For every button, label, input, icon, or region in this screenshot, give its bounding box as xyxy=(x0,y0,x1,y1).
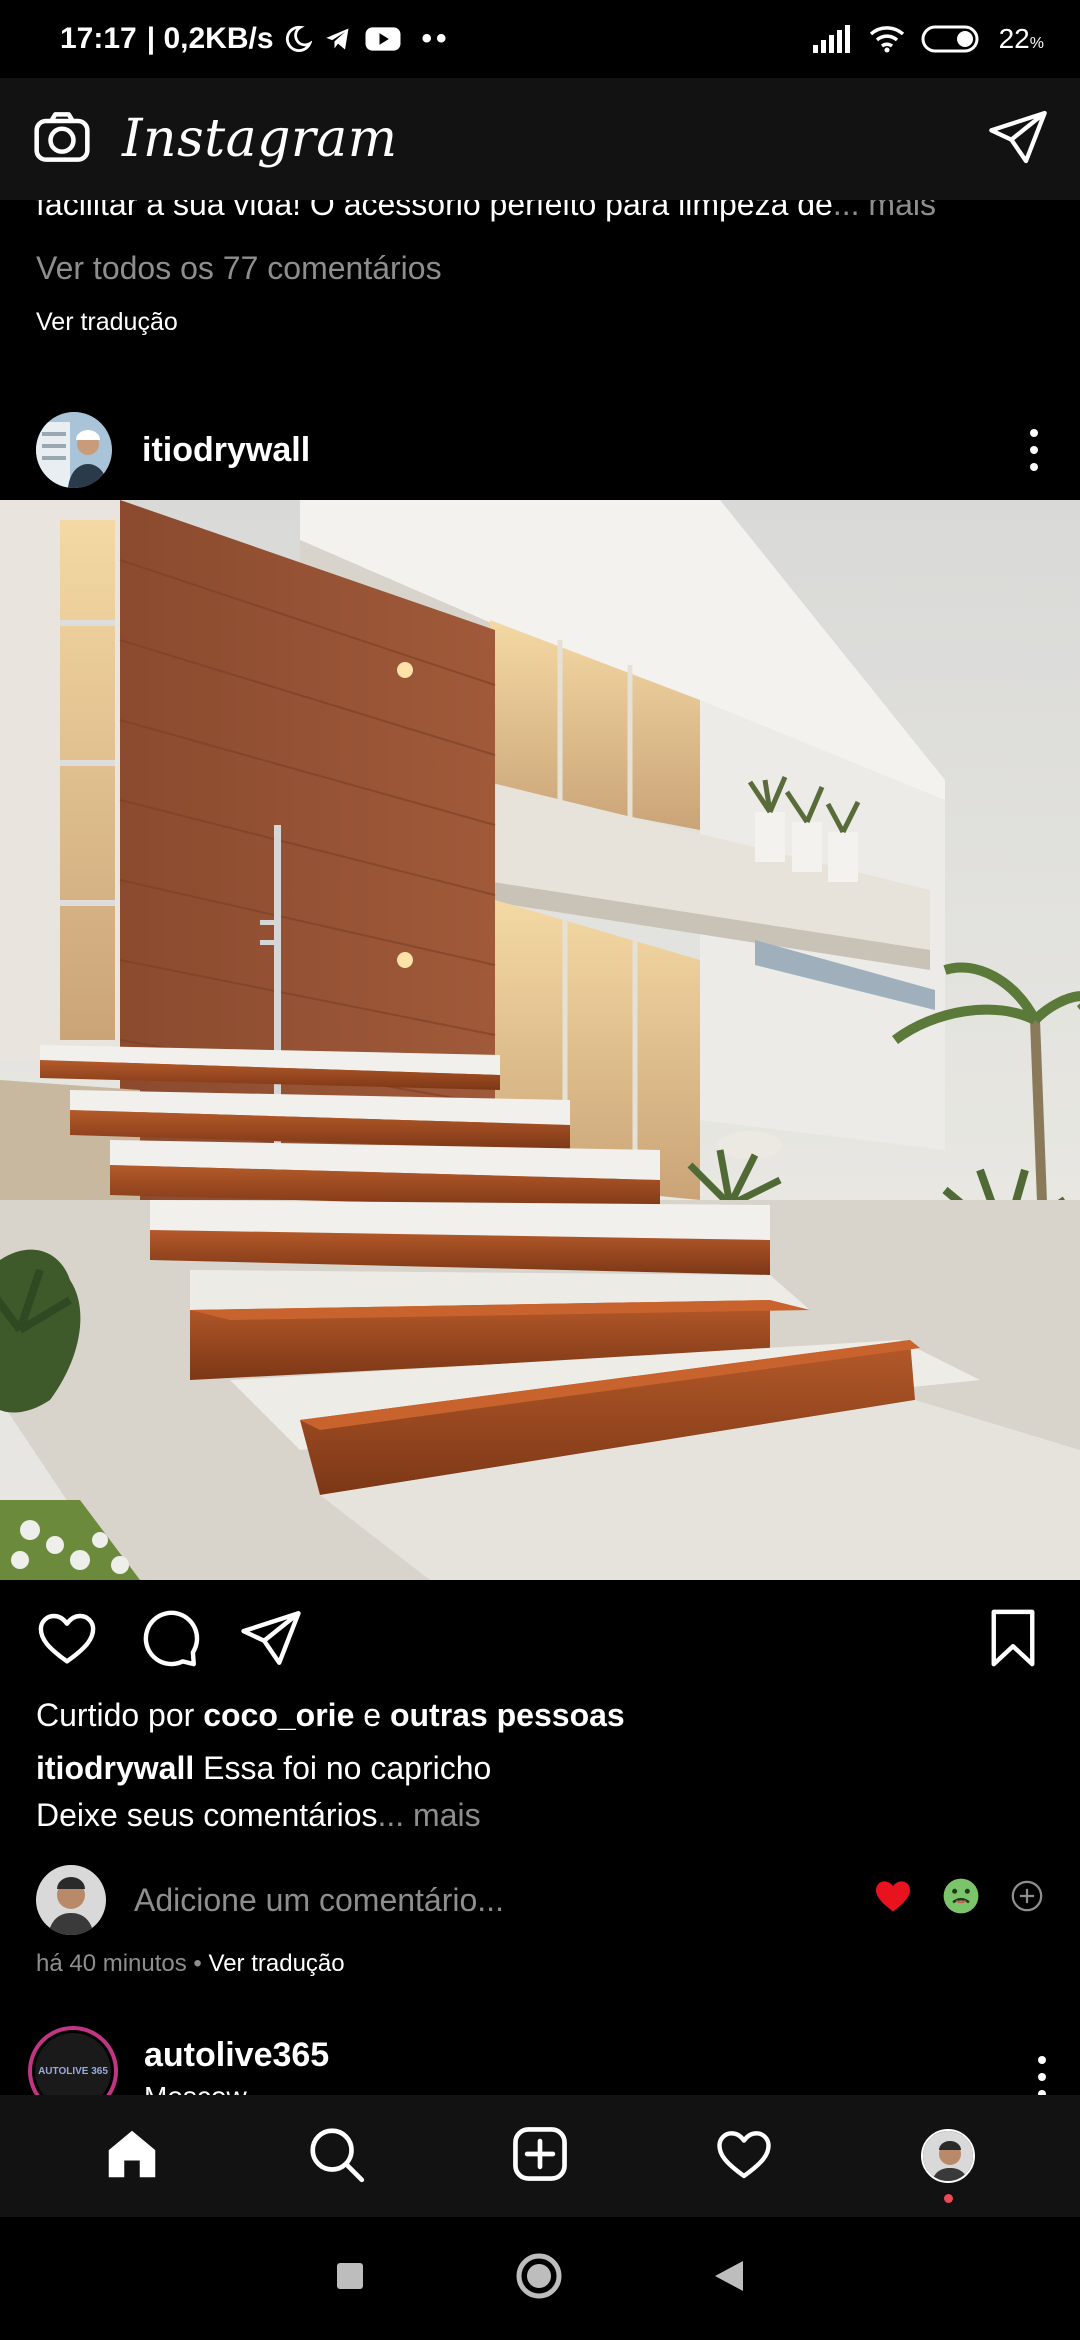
nav-home[interactable] xyxy=(77,2101,187,2211)
status-bar: 17:17 | 0,2KB/s •• 22% xyxy=(0,0,1080,78)
post-header: itiodrywall xyxy=(0,396,1080,504)
nav-activity[interactable] xyxy=(689,2101,799,2211)
next-post-header: AUTOLIVE 365 autolive365 Moscow xyxy=(0,2026,1080,2095)
post-options-icon[interactable] xyxy=(1024,429,1044,471)
post-actions xyxy=(0,1600,1080,1680)
previous-see-translation-link[interactable]: Ver tradução xyxy=(36,308,178,337)
caption-more-link[interactable]: ... mais xyxy=(377,1797,480,1833)
nav-search[interactable] xyxy=(281,2101,391,2211)
add-reaction-icon[interactable] xyxy=(1010,1879,1044,1921)
moon-icon xyxy=(284,25,312,53)
next-post-username[interactable]: autolive365 xyxy=(144,2036,329,2075)
bottom-navigation xyxy=(0,2095,1080,2217)
likes-joiner: e xyxy=(354,1697,390,1733)
post-author-avatar[interactable] xyxy=(36,412,112,488)
next-post-avatar: AUTOLIVE 365 xyxy=(35,2033,111,2095)
home-icon xyxy=(101,2123,163,2190)
post-image[interactable] xyxy=(0,500,1080,1580)
profile-notification-dot xyxy=(944,2194,953,2203)
share-icon[interactable] xyxy=(238,1605,304,1676)
direct-message-icon[interactable] xyxy=(986,105,1050,174)
next-post-options-icon[interactable] xyxy=(1032,2056,1052,2095)
post-actions-left xyxy=(34,1605,304,1676)
caption-username[interactable]: itiodrywall xyxy=(36,1750,194,1786)
next-post-name-block: autolive365 Moscow xyxy=(144,2036,329,2095)
current-user-avatar xyxy=(36,1865,106,1935)
caption-text: Essa foi no capricho xyxy=(194,1750,492,1786)
post-time-row: há 40 minutos • Ver tradução xyxy=(36,1950,345,1978)
likes-prefix: Curtido por xyxy=(36,1697,204,1733)
home-button-icon[interactable] xyxy=(515,2252,563,2305)
view-all-comments-link[interactable]: Ver todos os 77 comentários xyxy=(36,250,442,287)
post-time: há 40 minutos xyxy=(36,1950,187,1977)
back-button-icon[interactable] xyxy=(713,2259,745,2298)
previous-post-caption[interactable]: facilitar a sua vida! O acessório perfei… xyxy=(36,200,1044,223)
camera-icon[interactable] xyxy=(30,105,94,174)
post-caption-line2: Deixe seus comentários... mais xyxy=(36,1797,481,1834)
liked-by-user[interactable]: coco_orie xyxy=(203,1697,354,1733)
recents-button-icon[interactable] xyxy=(335,2261,365,2296)
likes-summary[interactable]: Curtido por coco_orie e outras pessoas xyxy=(36,1697,625,1734)
profile-avatar xyxy=(921,2129,975,2183)
time-separator: • xyxy=(186,1950,209,1977)
search-icon xyxy=(305,2123,367,2190)
previous-caption-more-link[interactable]: ... mais xyxy=(833,200,936,222)
comment-icon[interactable] xyxy=(136,1605,202,1676)
battery-percent: 22% xyxy=(998,23,1044,54)
signal-icon xyxy=(812,25,853,53)
more-notifications-icon: •• xyxy=(421,22,451,55)
next-post-avatar-story-ring[interactable]: AUTOLIVE 365 xyxy=(28,2026,118,2095)
app-header: Instagram xyxy=(0,78,1080,200)
status-time: 17:17 xyxy=(60,22,137,55)
add-comment-input[interactable] xyxy=(134,1881,834,1919)
telegram-icon xyxy=(322,25,354,53)
nav-profile[interactable] xyxy=(893,2101,1003,2211)
status-left: 17:17 | 0,2KB/s •• xyxy=(60,22,451,56)
nav-create[interactable] xyxy=(485,2101,595,2211)
post-author-username[interactable]: itiodrywall xyxy=(142,431,310,470)
previous-caption-text: facilitar a sua vida! O acessório perfei… xyxy=(36,200,833,222)
caption-text-line2: Deixe seus comentários xyxy=(36,1797,378,1833)
network-speed: | 0,2KB/s xyxy=(146,22,274,55)
wifi-icon xyxy=(869,25,905,53)
next-post-location[interactable]: Moscow xyxy=(144,2081,329,2095)
app-logo: Instagram xyxy=(122,109,398,169)
post-caption: itiodrywall Essa foi no capricho xyxy=(36,1750,491,1787)
feed[interactable]: facilitar a sua vida! O acessório perfei… xyxy=(0,200,1080,2095)
heart-emoji-icon[interactable] xyxy=(874,1879,912,1921)
system-navigation xyxy=(0,2217,1080,2340)
save-bookmark-icon[interactable] xyxy=(980,1605,1046,1676)
see-translation-link[interactable]: Ver tradução xyxy=(209,1950,345,1977)
youtube-icon xyxy=(364,25,402,53)
activity-heart-icon xyxy=(713,2123,775,2190)
status-right: 22% xyxy=(812,23,1044,55)
add-post-icon xyxy=(509,2123,571,2190)
like-heart-icon[interactable] xyxy=(34,1605,100,1676)
quick-reactions xyxy=(874,1877,1044,1923)
nauseated-face-emoji-icon[interactable] xyxy=(942,1877,980,1923)
add-comment-row xyxy=(0,1862,1080,1938)
liked-by-others[interactable]: outras pessoas xyxy=(390,1697,625,1733)
battery-icon xyxy=(921,24,983,54)
